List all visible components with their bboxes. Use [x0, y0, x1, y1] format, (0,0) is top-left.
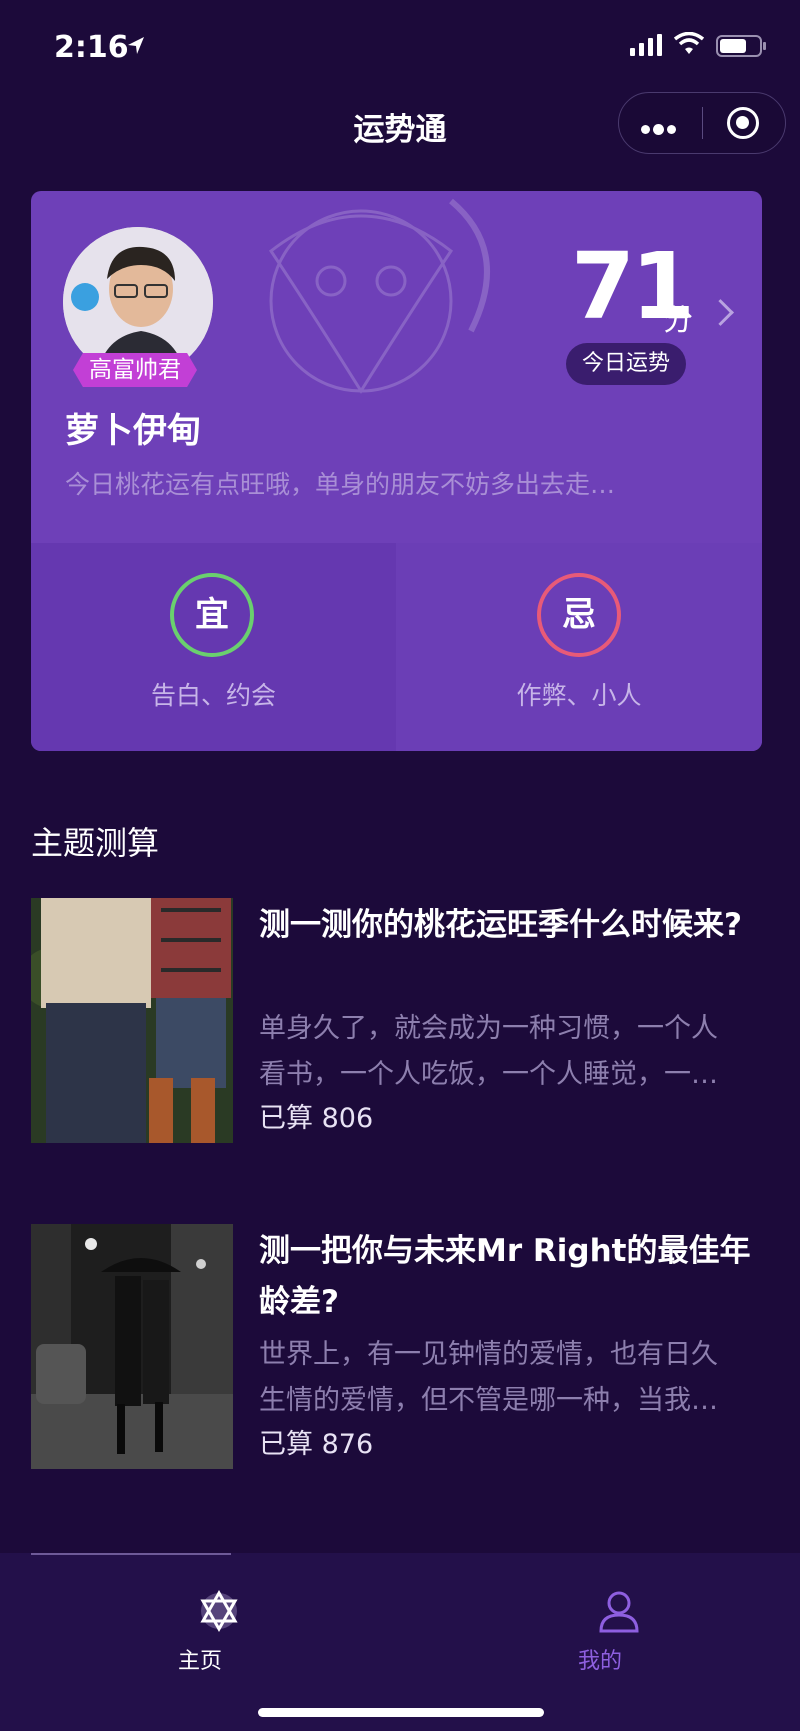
item-count: 已算 806 [259, 1103, 374, 1134]
item-description: 世界上，有一见钟情的爱情，也有日久 生情的爱情，但不管是哪一种，当我… [259, 1332, 771, 1424]
list-item[interactable]: 测一把你与未来Mr Right的最佳年龄差? 世界上，有一见钟情的爱情，也有日久… [31, 1224, 771, 1469]
yi-panel: 宜 告白、约会 [31, 543, 396, 751]
yi-text: 告白、约会 [150, 681, 276, 710]
battery-icon [716, 35, 766, 57]
cellular-signal-icon [630, 34, 662, 56]
tab-home[interactable]: 主页 [140, 1589, 260, 1674]
item-thumbnail [31, 898, 233, 1143]
item-description-line: 看书，一个人吃饭，一个人睡觉，一… [259, 1059, 718, 1090]
wifi-icon [674, 32, 704, 54]
tab-mine[interactable]: 我的 [540, 1589, 660, 1674]
close-target-icon[interactable] [727, 107, 759, 139]
more-menu-icon[interactable] [641, 119, 679, 138]
title-badge: 高富帅君 [73, 353, 197, 387]
fortune-card[interactable]: 高富帅君 萝卜伊甸 今日桃花运有点旺哦，单身的朋友不妨多出去走… 71 分 今日… [31, 191, 762, 751]
section-title: 主题测算 [31, 824, 160, 862]
chevron-right-icon[interactable] [707, 299, 734, 326]
item-description-line: 生情的爱情，但不管是哪一种，当我… [259, 1385, 718, 1416]
ji-ring: 忌 [537, 573, 621, 657]
status-time: 2:16 [54, 30, 129, 65]
capsule-divider [702, 107, 703, 139]
today-fortune-badge: 今日运势 [566, 343, 687, 385]
location-arrow-icon [128, 37, 144, 54]
list-item[interactable]: 测一测你的桃花运旺季什么时候来? 单身久了，就会成为一种习惯，一个人 看书，一个… [31, 898, 771, 1143]
score-unit: 分 [663, 303, 693, 338]
item-count: 已算 876 [259, 1429, 374, 1460]
tab-divider [31, 1553, 231, 1555]
ji-text: 作弊、小人 [516, 681, 642, 710]
yi-ring: 宜 [170, 573, 254, 657]
item-title: 测一把你与未来Mr Right的最佳年龄差? [259, 1233, 751, 1320]
ji-panel: 忌 作弊、小人 [396, 543, 762, 751]
item-thumbnail [31, 1224, 233, 1469]
item-description-line: 单身久了，就会成为一种习惯，一个人 [259, 1013, 718, 1044]
mini-program-capsule [618, 92, 786, 154]
item-description: 单身久了，就会成为一种习惯，一个人 看书，一个人吃饭，一个人睡觉，一… [259, 1006, 771, 1098]
item-description-line: 世界上，有一见钟情的爱情，也有日久 [259, 1339, 718, 1370]
tab-bar: 主页 我的 [0, 1553, 800, 1731]
zodiac-decoration-icon [268, 198, 490, 394]
home-indicator[interactable] [258, 1708, 544, 1717]
fortune-tip: 今日桃花运有点旺哦，单身的朋友不妨多出去走… [65, 470, 616, 499]
user-icon [599, 1591, 639, 1633]
hexagram-icon [200, 1589, 238, 1633]
status-bar: 2:16 [0, 0, 800, 96]
tab-home-label: 主页 [177, 1649, 222, 1674]
tab-mine-label: 我的 [577, 1649, 622, 1674]
username: 萝卜伊甸 [65, 411, 201, 451]
item-title: 测一测你的桃花运旺季什么时候来? [259, 907, 742, 943]
